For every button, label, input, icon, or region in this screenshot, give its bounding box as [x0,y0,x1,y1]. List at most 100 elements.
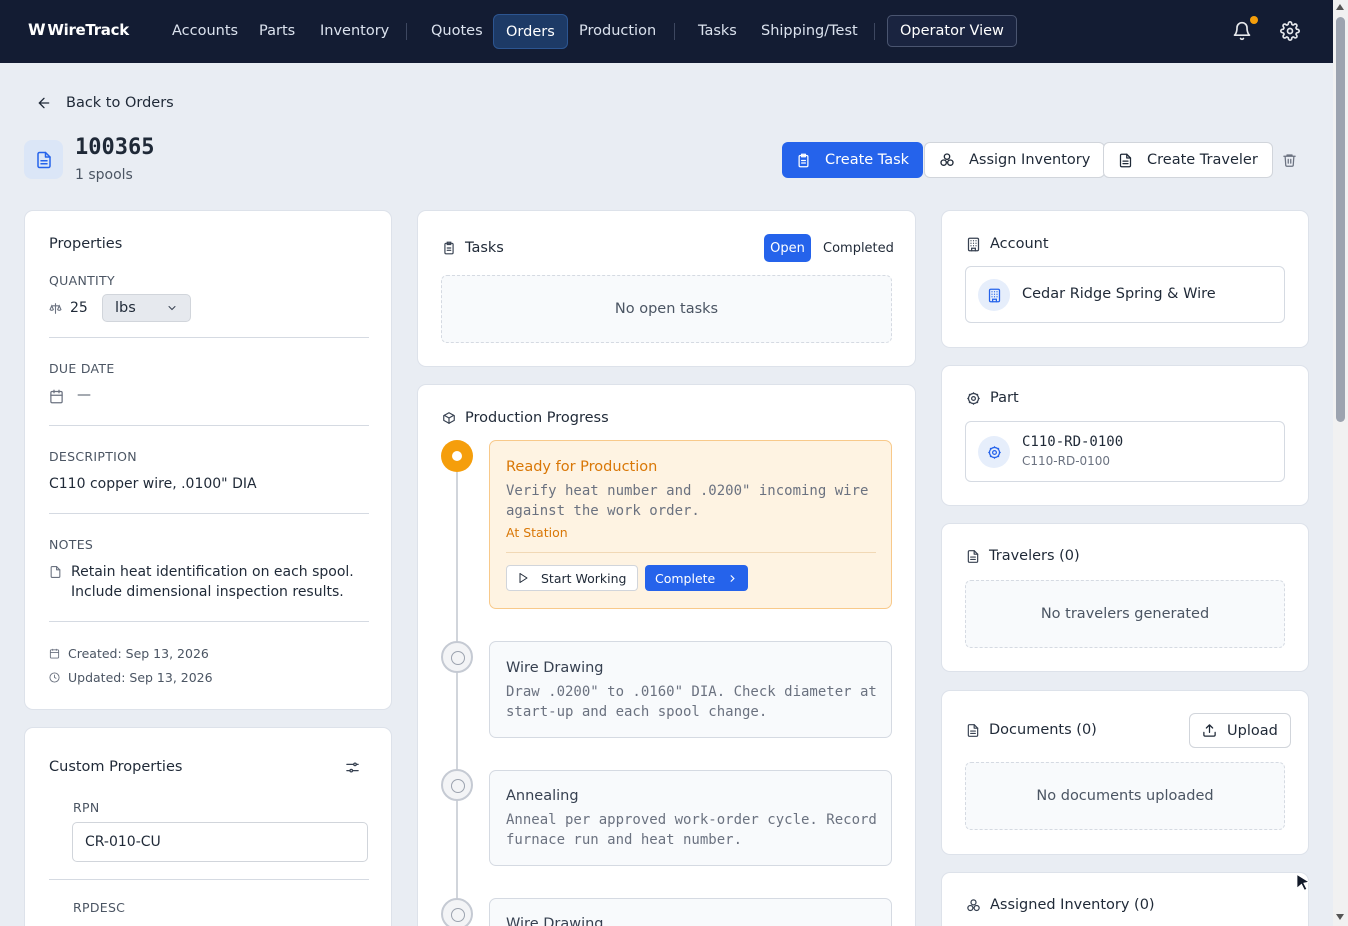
scroll-up-arrow[interactable] [1336,4,1344,10]
sliders-icon[interactable] [345,760,360,775]
step-indicator [441,898,473,926]
clipboard-icon [442,241,456,255]
gear-icon[interactable] [1280,21,1300,41]
tab-open[interactable]: Open [764,234,811,262]
created-date: Created: Sep 13, 2026 [49,646,209,661]
upload-label: Upload [1227,722,1278,739]
clipboard-icon [796,153,811,168]
assign-inventory-label: Assign Inventory [969,152,1091,168]
notes-line-1: Retain heat identification on each spool… [71,564,354,580]
step-name: Ready for Production [506,459,658,475]
step-desc-line-2: start-up and each spool change. [506,704,768,720]
assigned-inventory-title: Assigned Inventory (0) [990,897,1155,913]
documents-header: Documents (0) [966,722,1097,738]
quantity-value: 25 [70,300,88,316]
step-name: Annealing [506,788,579,804]
divider [506,552,876,553]
divider [49,621,369,622]
timeline-line [456,472,458,926]
nav-parts[interactable]: Parts [247,14,307,49]
create-task-button[interactable]: Create Task [782,142,924,178]
due-date-label: DUE DATE [49,361,115,376]
nav-separator [406,23,407,40]
nav-shipping-test[interactable]: Shipping/Test [749,14,870,49]
tab-completed[interactable]: Completed [818,234,899,262]
trash-icon[interactable] [1282,152,1297,168]
upload-icon [1202,723,1217,738]
notes-label: NOTES [49,537,94,552]
assigned-inventory-card: Assigned Inventory (0) [941,872,1309,926]
step-ready-for-production: Ready for Production Verify heat number … [489,440,892,609]
divider [49,337,369,338]
updated-date: Updated: Sep 13, 2026 [49,670,213,685]
scroll-down-arrow[interactable] [1336,914,1344,920]
account-name: Cedar Ridge Spring & Wire [1022,286,1216,302]
tasks-header: Tasks [442,240,504,256]
nav-accounts[interactable]: Accounts [160,14,250,49]
operator-view-button[interactable]: Operator View [887,15,1017,47]
complete-label: Complete [655,570,716,586]
logo-text: WireTrack [47,20,129,39]
part-subtext: C110-RD-0100 [1022,454,1111,468]
boxes-icon [939,152,955,168]
assigned-inventory-header: Assigned Inventory (0) [966,897,1155,913]
package-icon [442,411,456,425]
production-title: Production Progress [465,410,609,426]
rpn-label: RPN [73,800,100,815]
account-link[interactable]: Cedar Ridge Spring & Wire [965,266,1285,323]
step-active-indicator [441,440,473,472]
quantity-unit-select[interactable]: lbs [102,294,191,322]
nav-inventory[interactable]: Inventory [308,14,401,49]
order-subtitle: 1 spools [75,167,133,183]
assign-inventory-button[interactable]: Assign Inventory [924,142,1106,178]
nav-production[interactable]: Production [567,14,668,49]
notes-line-2: Include dimensional inspection results. [71,584,344,600]
order-number: 100365 [75,135,155,160]
mouse-cursor-icon [1294,873,1312,891]
upload-button[interactable]: Upload [1189,713,1291,748]
top-navbar: W WireTrack Accounts Parts Inventory Quot… [0,0,1333,63]
scrollbar-thumb[interactable] [1336,17,1345,422]
nav-separator [674,23,675,40]
due-date-value[interactable]: — [77,387,91,403]
step-status: At Station [506,525,568,540]
create-traveler-label: Create Traveler [1147,152,1258,168]
updated-text: Updated: Sep 13, 2026 [68,670,213,685]
step-wire-drawing-2: Wire Drawing [489,898,892,926]
boxes-icon [966,898,981,913]
start-working-button[interactable]: Start Working [506,565,638,591]
properties-title: Properties [49,236,123,252]
step-indicator [441,641,473,673]
documents-title: Documents (0) [989,722,1097,738]
back-to-orders-link[interactable]: Back to Orders [36,95,174,111]
step-annealing: Annealing Anneal per approved work-order… [489,770,892,866]
rpn-input[interactable]: CR-010-CU [72,822,368,862]
nav-orders[interactable]: Orders [493,14,568,49]
document-icon [24,140,63,179]
scrollbar[interactable] [1333,0,1348,926]
bell-icon[interactable] [1232,21,1252,41]
quantity-label: QUANTITY [49,273,115,288]
documents-empty-state: No documents uploaded [965,762,1285,830]
step-desc-line-1: Verify heat number and .0200" incoming w… [506,483,869,499]
nav-tasks[interactable]: Tasks [686,14,749,49]
calendar-icon [49,648,60,659]
calendar-icon [49,389,64,404]
arrow-left-icon [36,95,52,111]
logo[interactable]: W WireTrack [28,20,129,39]
created-text: Created: Sep 13, 2026 [68,646,209,661]
building-icon [978,279,1010,311]
file-text-icon [966,549,980,564]
nav-separator [874,23,875,40]
scale-icon [49,302,62,315]
step-desc-line-1: Anneal per approved work-order cycle. Re… [506,812,877,828]
chevron-down-icon [166,302,178,314]
part-number: C110-RD-0100 [1022,434,1124,450]
complete-button[interactable]: Complete [645,565,749,591]
nav-quotes[interactable]: Quotes [419,14,495,49]
create-traveler-button[interactable]: Create Traveler [1103,142,1273,178]
back-label: Back to Orders [66,95,174,111]
part-link[interactable]: C110-RD-0100 C110-RD-0100 [965,421,1285,482]
file-text-icon [966,723,980,738]
step-desc-line-2: against the work order. [506,503,700,519]
